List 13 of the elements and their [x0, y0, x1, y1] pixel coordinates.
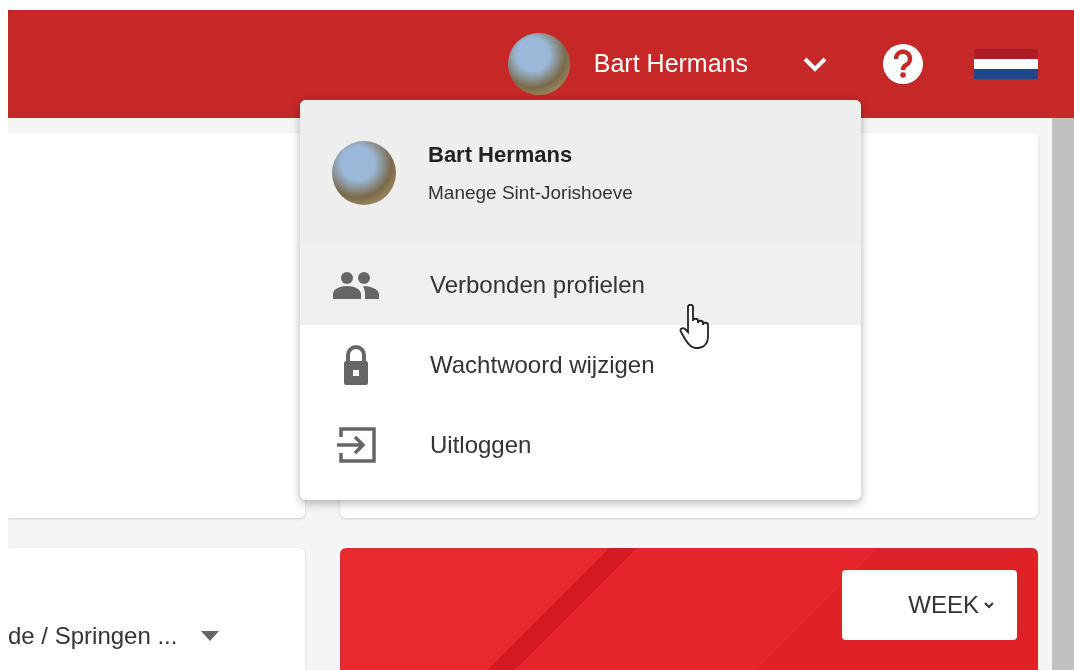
dropdown-caret-icon	[201, 631, 220, 641]
user-name[interactable]: Bart Hermans	[593, 45, 748, 83]
select-field[interactable]: de / Springen ...	[8, 618, 178, 654]
user-name: Bart Hermans	[428, 140, 574, 169]
period-dropdown-button[interactable]: WEEK	[842, 570, 1017, 640]
flag-icon[interactable]	[974, 49, 1038, 79]
scrollbar[interactable]	[1052, 118, 1074, 670]
caret-icon	[983, 601, 995, 609]
menu-item[interactable]: Wachtwoord wijzigen	[300, 325, 861, 405]
menu-item[interactable]: Uitloggen	[300, 405, 861, 485]
people-icon	[332, 271, 380, 299]
organization-name: Manege Sint-Jorishoeve	[428, 180, 633, 205]
help-icon[interactable]	[882, 43, 924, 85]
